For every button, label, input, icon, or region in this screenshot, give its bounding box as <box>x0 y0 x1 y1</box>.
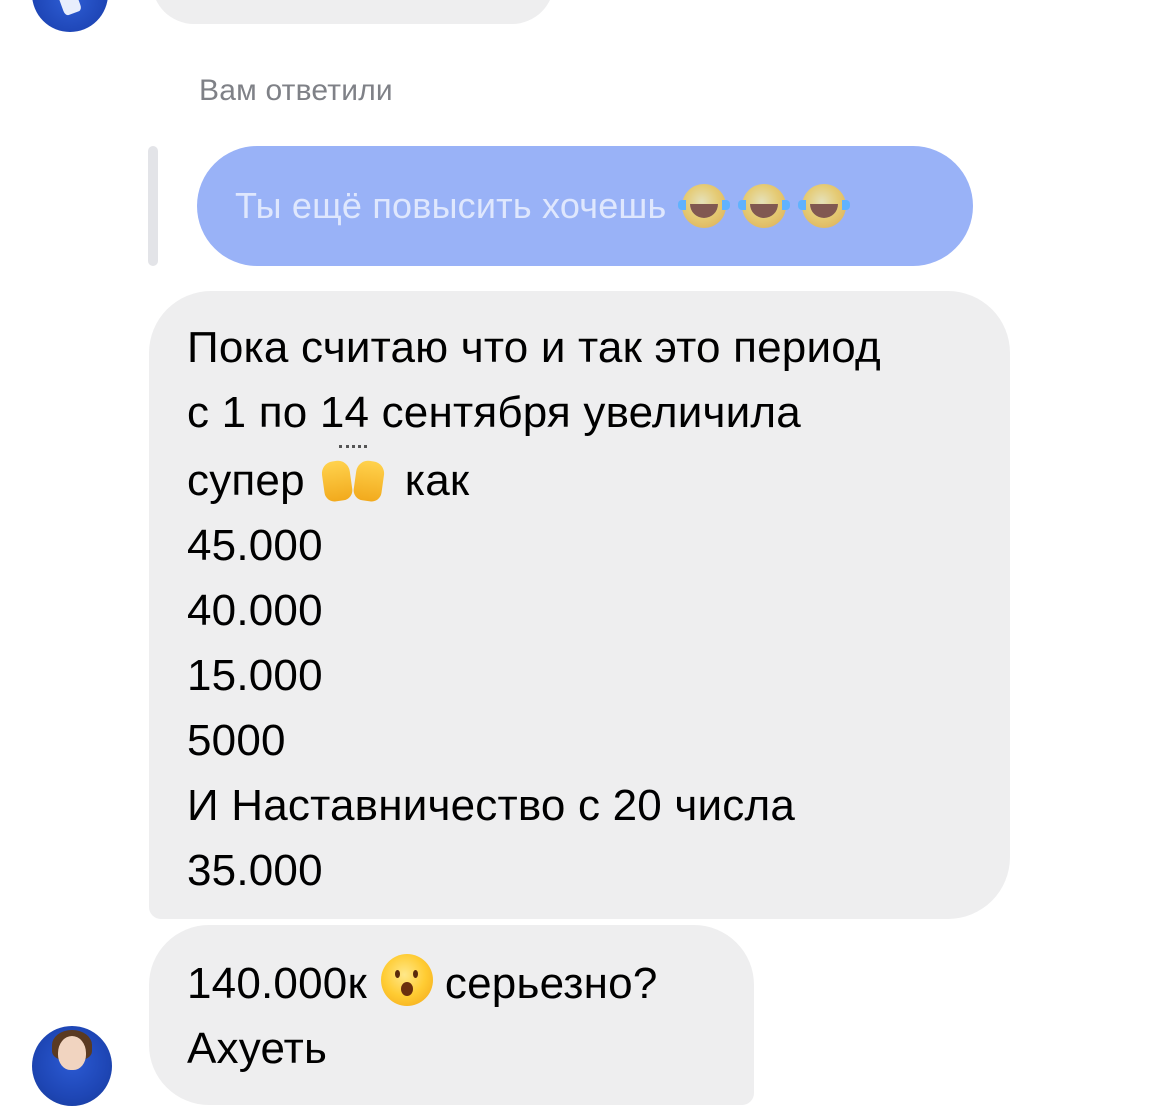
message-line: с 1 по 14 сентября увеличила <box>187 388 801 437</box>
message-line: Ахуеть <box>187 1024 328 1073</box>
previous-message-bubble[interactable] <box>152 0 554 24</box>
message-line: 140.000к серьезно? <box>187 951 716 1016</box>
message-text: серьезно? <box>444 959 658 1008</box>
sender-avatar-top[interactable] <box>32 0 108 32</box>
tears-of-joy-icon <box>738 184 791 228</box>
raising-hands-icon <box>320 445 386 503</box>
message-line: 40.000 <box>187 586 323 635</box>
message-line: 35.000 <box>187 846 323 895</box>
sender-avatar-bottom[interactable] <box>32 1026 112 1106</box>
message-line: Пока считаю что и так это период <box>187 323 881 372</box>
message-text: супер <box>187 456 305 505</box>
quoted-message-text: Ты ещё повысить хочешь <box>235 185 667 226</box>
message-text: как <box>404 456 470 505</box>
tears-of-joy-icon <box>678 184 731 228</box>
quoted-message-bubble[interactable]: Ты ещё повысить хочешь <box>197 146 973 266</box>
message-line: 5000 <box>187 716 286 765</box>
avatar-face <box>58 1036 86 1070</box>
astonished-face-icon <box>380 954 433 1006</box>
message-line: И Наставничество с 20 числа <box>187 781 796 830</box>
reply-quote-bar <box>148 146 158 266</box>
avatar-figure <box>55 0 83 17</box>
message-line: 45.000 <box>187 521 323 570</box>
message-text: 140.000к <box>187 959 367 1008</box>
tears-of-joy-icon <box>798 184 851 228</box>
message-bubble-last[interactable]: 140.000к серьезно? Ахуеть <box>149 925 754 1105</box>
reply-label: Вам ответили <box>199 74 393 107</box>
message-line: 15.000 <box>187 651 323 700</box>
message-line: супер как <box>187 445 972 513</box>
message-bubble-main[interactable]: Пока считаю что и так это период с 1 по … <box>149 291 1010 919</box>
